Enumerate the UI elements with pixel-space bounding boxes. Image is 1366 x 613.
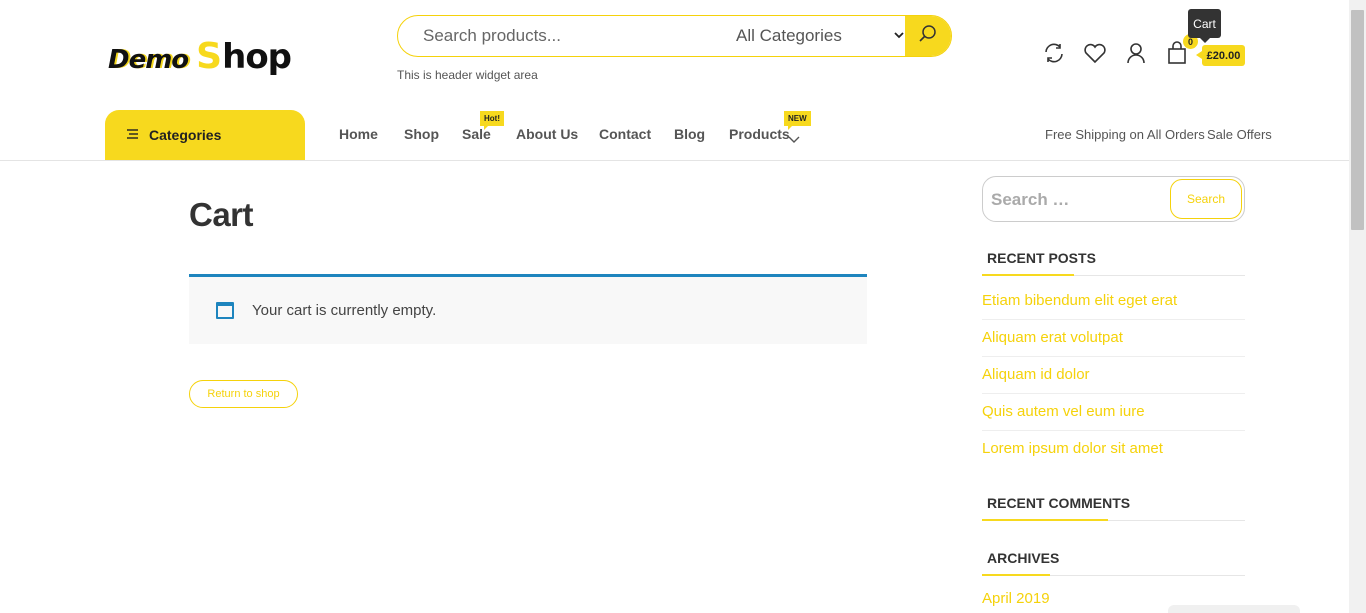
menu-lines-icon [127, 126, 139, 144]
page-scrollbar[interactable] [1349, 0, 1366, 613]
categories-label: Categories [149, 127, 222, 143]
list-item: Etiam bibendum elit eget erat [982, 283, 1245, 320]
recent-comments-title: RECENT COMMENTS [987, 495, 1131, 511]
recent-post-link[interactable]: Aliquam id dolor [982, 366, 1090, 383]
recent-post-link[interactable]: Lorem ipsum dolor sit amet [982, 440, 1163, 457]
compare-icon[interactable] [1042, 41, 1066, 65]
recent-post-link[interactable]: Quis autem vel eum iure [982, 403, 1145, 420]
page-title: Cart [189, 196, 254, 233]
hot-badge: Hot! [480, 111, 504, 130]
cart-tooltip: Cart [1188, 9, 1221, 43]
chevron-down-icon[interactable] [788, 131, 800, 149]
list-item: Aliquam erat volutpat [982, 320, 1245, 357]
sidebar-search-input[interactable] [991, 185, 1161, 215]
floating-panel-edge [1168, 605, 1300, 613]
nav-item-products[interactable]: Products [729, 126, 790, 142]
product-search-input[interactable] [398, 16, 708, 56]
category-select-value: All Categories [736, 26, 842, 45]
sidebar-search: Search [982, 176, 1245, 222]
cart-empty-notice: Your cart is currently empty. [189, 274, 867, 344]
logo-word-hop: hop [222, 37, 292, 77]
archives-title: ARCHIVES [987, 550, 1060, 566]
search-button[interactable] [905, 16, 951, 56]
recent-posts-title: RECENT POSTS [987, 250, 1096, 266]
list-item: Aliquam id dolor [982, 357, 1245, 394]
search-icon [918, 24, 938, 49]
logo-letter-s: S [196, 36, 223, 77]
site-logo[interactable]: Demo S hop [108, 36, 292, 80]
sale-offers-link[interactable]: Sale Offers [1207, 127, 1272, 142]
product-search-bar: All Categories [397, 15, 952, 57]
list-item: Lorem ipsum dolor sit amet [982, 431, 1245, 468]
categories-menu-button[interactable]: Categories [105, 110, 305, 160]
new-badge: NEW [784, 111, 811, 130]
archive-link[interactable]: April 2019 [982, 590, 1050, 607]
free-shipping-link[interactable]: Free Shipping on All Orders [1045, 127, 1205, 142]
nav-item-blog[interactable]: Blog [674, 126, 705, 142]
heart-icon[interactable] [1083, 41, 1107, 65]
nav-item-contact[interactable]: Contact [599, 126, 651, 142]
category-select[interactable]: All Categories [736, 16, 906, 56]
sidebar-search-button[interactable]: Search [1170, 179, 1242, 219]
window-icon [216, 302, 234, 319]
recent-post-link[interactable]: Aliquam erat volutpat [982, 329, 1123, 346]
recent-posts-heading: RECENT POSTS [982, 248, 1245, 276]
user-icon[interactable] [1124, 41, 1148, 65]
scrollbar-thumb[interactable] [1351, 10, 1364, 230]
nav-item-shop[interactable]: Shop [404, 126, 439, 142]
header-divider [0, 160, 1349, 161]
header-widget-text: This is header widget area [397, 68, 538, 82]
nav-item-about-us[interactable]: About Us [516, 126, 578, 142]
logo-word-demo: Demo [108, 45, 189, 75]
cart-empty-message: Your cart is currently empty. [252, 302, 437, 319]
chevron-down-icon [894, 28, 904, 42]
recent-comments-heading: RECENT COMMENTS [982, 493, 1245, 521]
nav-item-home[interactable]: Home [339, 126, 378, 142]
list-item: Quis autem vel eum iure [982, 394, 1245, 431]
return-to-shop-button[interactable]: Return to shop [189, 380, 298, 408]
cart-total-badge[interactable]: £20.00 [1196, 45, 1245, 66]
archives-heading: ARCHIVES [982, 548, 1245, 576]
recent-post-link[interactable]: Etiam bibendum elit eget erat [982, 292, 1177, 309]
